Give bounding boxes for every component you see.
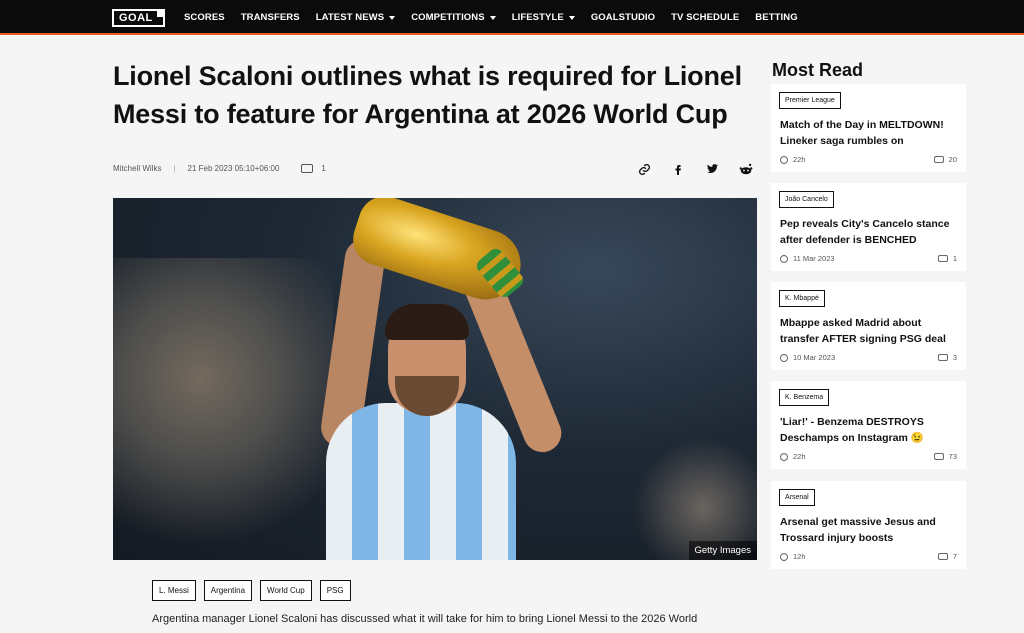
card-title[interactable]: Pep reveals City's Cancelo stance after … (780, 216, 960, 248)
link-icon[interactable] (632, 157, 656, 181)
reddit-icon[interactable] (734, 157, 758, 181)
nav-item-lifestyle[interactable]: LIFESTYLE (512, 12, 575, 23)
nav-item-label: GOALSTUDIO (590, 12, 656, 23)
nav-item-competitions[interactable]: COMPETITIONS (411, 12, 496, 23)
comment-count[interactable]: 1 (321, 164, 325, 173)
card-time: 11 Mar 2023 (780, 254, 835, 263)
publish-date: 21 Feb 2023 05:10+06:00 (187, 164, 280, 173)
card-title[interactable]: Match of the Day in MELTDOWN! Lineker sa… (780, 117, 960, 149)
card-comment-count: 20 (948, 155, 957, 164)
card-time-text: 11 Mar 2023 (793, 254, 835, 263)
card-comments[interactable]: 73 (933, 452, 957, 461)
comment-icon (937, 553, 948, 560)
tag-chip[interactable]: World Cup (260, 580, 312, 601)
comment-icon (937, 255, 948, 262)
card-comments[interactable]: 3 (937, 353, 957, 362)
card-time: 12h (780, 552, 806, 561)
goal-logo[interactable]: GOAL (112, 9, 165, 27)
nav-item-tv-schedule[interactable]: TV SCHEDULE (671, 12, 739, 23)
card-category-label[interactable]: Arsenal (779, 489, 815, 506)
card-comments[interactable]: 1 (937, 254, 957, 263)
nav-item-label: LIFESTYLE (511, 12, 564, 23)
clock-icon (780, 452, 788, 461)
article-meta: Mitchell Wilks | 21 Feb 2023 05:10+06:00… (113, 164, 326, 173)
comment-icon[interactable] (301, 164, 314, 173)
most-read-card[interactable]: Arsenal Arsenal get massive Jesus and Tr… (771, 481, 966, 569)
article-intro: Argentina manager Lionel Scaloni has dis… (152, 613, 698, 625)
image-credit: Getty Images (688, 541, 757, 560)
nav-item-transfers[interactable]: TRANSFERS (241, 12, 300, 23)
card-time-text: 12h (793, 552, 806, 561)
most-read-card[interactable]: K. Benzema 'Liar!' - Benzema DESTROYS De… (771, 381, 966, 469)
tag-chip[interactable]: L. Messi (152, 580, 196, 601)
card-comment-count: 73 (948, 452, 957, 461)
card-comment-count: 7 (952, 552, 957, 561)
card-comment-count: 3 (952, 353, 957, 362)
nav-item-scores[interactable]: SCORES (184, 12, 225, 23)
facebook-icon[interactable] (666, 157, 690, 181)
card-time-text: 22h (793, 155, 806, 164)
clock-icon (780, 254, 788, 263)
card-category-label[interactable]: Premier League (779, 92, 841, 109)
main-nav: SCORES TRANSFERS LATEST NEWS COMPETITION… (184, 0, 814, 35)
player-hair (385, 304, 469, 340)
tag-chip[interactable]: PSG (319, 580, 351, 601)
card-category-label[interactable]: K. Benzema (779, 389, 830, 406)
card-time-text: 22h (793, 452, 806, 461)
most-read-card[interactable]: João Cancelo Pep reveals City's Cancelo … (771, 183, 966, 271)
card-title[interactable]: Arsenal get massive Jesus and Trossard i… (780, 514, 960, 546)
nav-item-label: TRANSFERS (240, 12, 300, 23)
hero-image: Getty Images (113, 198, 757, 560)
nav-item-label: TV SCHEDULE (671, 12, 740, 23)
comment-icon (937, 354, 948, 361)
nav-item-label: BETTING (755, 12, 798, 23)
comment-icon (933, 156, 944, 163)
most-read-card[interactable]: K. Mbappé Mbappe asked Madrid about tran… (771, 282, 966, 370)
crowd-blur (113, 258, 333, 558)
card-category-label[interactable]: João Cancelo (779, 191, 834, 208)
card-time: 22h (780, 155, 806, 164)
nav-item-label: SCORES (184, 12, 225, 23)
card-title[interactable]: 'Liar!' - Benzema DESTROYS Deschamps on … (780, 414, 960, 446)
nav-item-goalstudio[interactable]: GOALSTUDIO (591, 12, 655, 23)
chevron-down-icon (389, 15, 396, 20)
article-tags: L. Messi Argentina World Cup PSG (152, 580, 351, 601)
author-name[interactable]: Mitchell Wilks (113, 164, 161, 173)
nav-item-label: COMPETITIONS (411, 12, 485, 23)
twitter-icon[interactable] (700, 157, 724, 181)
clock-icon (780, 552, 788, 561)
meta-divider: | (173, 164, 176, 173)
chevron-down-icon (489, 15, 496, 20)
card-time-text: 10 Mar 2023 (793, 353, 836, 362)
article-title: Lionel Scaloni outlines what is required… (113, 61, 742, 129)
clock-icon (780, 353, 788, 362)
argentina-jersey (326, 403, 516, 560)
most-read-card[interactable]: Premier League Match of the Day in MELTD… (771, 84, 966, 172)
card-category-label[interactable]: K. Mbappé (779, 290, 825, 307)
most-read-title: Most Read (772, 60, 864, 80)
top-nav-bar: GOAL SCORES TRANSFERS LATEST NEWS COMPET… (0, 0, 1024, 35)
nav-item-label: LATEST NEWS (315, 12, 385, 23)
card-time: 10 Mar 2023 (780, 353, 835, 362)
clock-icon (780, 155, 788, 164)
card-comments[interactable]: 20 (933, 155, 957, 164)
tag-chip[interactable]: Argentina (203, 580, 253, 601)
card-time: 22h (780, 452, 806, 461)
card-title[interactable]: Mbappe asked Madrid about transfer AFTER… (780, 315, 960, 347)
nav-item-betting[interactable]: BETTING (755, 12, 797, 23)
nav-item-latest-news[interactable]: LATEST NEWS (315, 12, 396, 23)
card-comment-count: 1 (952, 254, 957, 263)
card-comments[interactable]: 7 (937, 552, 957, 561)
comment-icon (933, 453, 944, 460)
chevron-down-icon (568, 15, 575, 20)
